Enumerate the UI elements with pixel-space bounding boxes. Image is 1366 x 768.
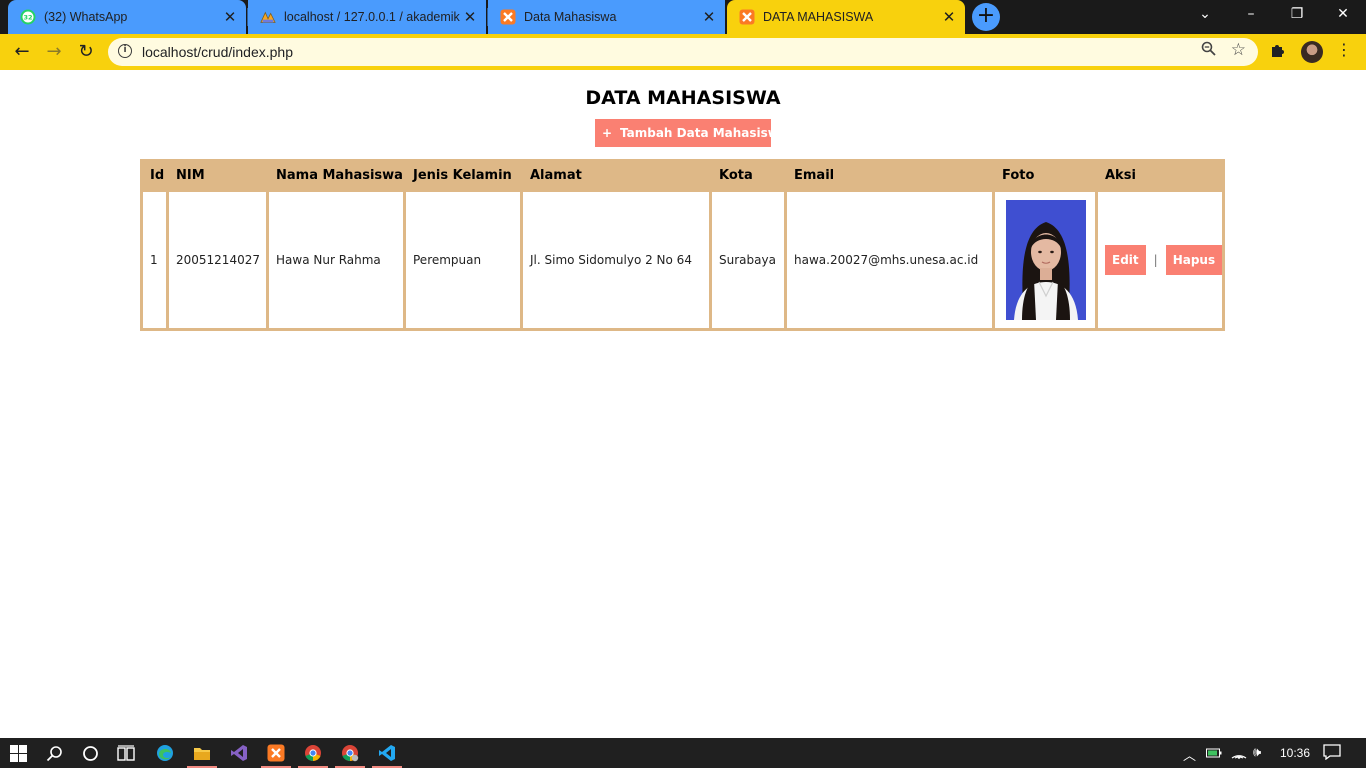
page-content: DATA MAHASISWA + Tambah Data Mahasiswa I… [0, 70, 1366, 738]
header-nama: Nama Mahasiswa [269, 162, 403, 189]
url-text[interactable]: localhost/crud/index.php [142, 44, 293, 60]
student-photo [1006, 200, 1086, 320]
table-row: 1 20051214027 Hawa Nur Rahma Perempuan J… [143, 192, 1223, 328]
header-aksi: Aksi [1098, 162, 1223, 189]
header-nim: NIM [169, 162, 266, 189]
page-title: DATA MAHASISWA [585, 87, 781, 109]
plus-icon: + [602, 126, 613, 140]
browser-tab-strip: 32 (32) WhatsApp ✕ localhost / 127.0.0.1… [0, 0, 1366, 34]
show-hidden-icons-icon[interactable]: ︿ [1183, 745, 1196, 764]
battery-icon[interactable] [1206, 747, 1222, 762]
cell-nim: 20051214027 [169, 192, 266, 328]
menu-kebab-icon[interactable]: ⋮ [1336, 40, 1352, 59]
header-alamat: Alamat [523, 162, 709, 189]
header-email: Email [787, 162, 992, 189]
wifi-icon[interactable] [1231, 745, 1247, 762]
tab-title: localhost / 127.0.0.1 / akademik / [284, 10, 462, 24]
chrome-icon[interactable] [303, 743, 323, 763]
restore-icon[interactable]: ❐ [1274, 0, 1320, 30]
action-group: Edit | Hapus [1105, 245, 1223, 275]
reload-icon[interactable]: ↻ [74, 40, 98, 64]
whatsapp-icon: 32 [20, 9, 36, 25]
extensions-icon[interactable] [1270, 41, 1287, 63]
table-header-row: Id NIM Nama Mahasiswa Jenis Kelamin Alam… [143, 162, 1223, 189]
header-foto: Foto [995, 162, 1095, 189]
cell-id: 1 [143, 192, 166, 328]
cell-aksi: Edit | Hapus [1098, 192, 1223, 328]
add-student-label: Tambah Data Mahasiswa [620, 126, 787, 140]
delete-button[interactable]: Hapus [1165, 245, 1223, 275]
chrome-alt-icon[interactable] [340, 743, 360, 763]
cell-foto [995, 192, 1095, 328]
task-view-icon[interactable] [116, 743, 136, 763]
browser-toolbar: ← → ↻ i localhost/crud/index.php ☆ ⋮ [0, 34, 1366, 70]
volume-icon[interactable]: 🕪 [1253, 744, 1261, 760]
close-tab-icon[interactable]: ✕ [941, 8, 957, 26]
start-icon[interactable] [8, 743, 28, 763]
add-student-button[interactable]: + Tambah Data Mahasiswa [595, 119, 787, 147]
cortana-icon[interactable] [80, 743, 100, 763]
cell-nama: Hawa Nur Rahma [269, 192, 403, 328]
header-id: Id [143, 162, 166, 189]
header-jenis-kelamin: Jenis Kelamin [406, 162, 520, 189]
close-window-icon[interactable]: ✕ [1320, 0, 1366, 30]
tab-data-mahasiswa-active[interactable]: DATA MAHASISWA ✕ [727, 0, 965, 34]
phpmyadmin-icon [260, 9, 276, 25]
visual-studio-icon[interactable] [229, 743, 249, 763]
cell-jenis-kelamin: Perempuan [406, 192, 520, 328]
tab-badge: 32 [23, 14, 32, 22]
new-tab-button[interactable]: + [972, 3, 1000, 31]
tab-title: Data Mahasiswa [524, 10, 617, 24]
vscode-icon[interactable] [377, 743, 397, 763]
forward-icon[interactable]: → [42, 40, 66, 64]
tab-search-icon[interactable]: ⌄ [1182, 0, 1228, 30]
action-separator: | [1153, 253, 1158, 267]
minimize-icon[interactable]: – [1228, 0, 1274, 30]
xampp-icon [500, 9, 516, 25]
windows-taskbar: ︿ 🕪 10:36 [0, 738, 1366, 768]
address-bar[interactable]: i localhost/crud/index.php ☆ [108, 38, 1258, 66]
site-info-icon[interactable]: i [118, 44, 132, 58]
header-kota: Kota [712, 162, 784, 189]
tab-data-mahasiswa[interactable]: Data Mahasiswa ✕ [488, 0, 725, 34]
close-tab-icon[interactable]: ✕ [222, 8, 238, 26]
cell-alamat: Jl. Simo Sidomulyo 2 No 64 [523, 192, 709, 328]
tab-title: DATA MAHASISWA [763, 10, 874, 24]
close-tab-icon[interactable]: ✕ [701, 8, 717, 26]
file-explorer-icon[interactable] [192, 743, 212, 763]
xampp-icon [739, 9, 755, 25]
profile-avatar[interactable] [1301, 41, 1323, 63]
cell-email: hawa.20027@mhs.unesa.ac.id [787, 192, 992, 328]
clock[interactable]: 10:36 [1280, 746, 1310, 760]
close-tab-icon[interactable]: ✕ [462, 8, 478, 26]
bookmark-star-icon[interactable]: ☆ [1231, 40, 1246, 60]
xampp-icon[interactable] [266, 743, 286, 763]
tab-phpmyadmin[interactable]: localhost / 127.0.0.1 / akademik / ✕ [248, 0, 486, 34]
edit-button[interactable]: Edit [1105, 245, 1146, 275]
search-icon[interactable] [44, 743, 64, 763]
tab-title: (32) WhatsApp [44, 10, 128, 24]
tab-whatsapp[interactable]: 32 (32) WhatsApp ✕ [8, 0, 246, 34]
notifications-icon[interactable] [1323, 744, 1341, 763]
back-icon[interactable]: ← [10, 40, 34, 64]
cell-kota: Surabaya [712, 192, 784, 328]
zoom-icon[interactable] [1201, 41, 1216, 60]
student-table: Id NIM Nama Mahasiswa Jenis Kelamin Alam… [140, 159, 1226, 331]
edge-icon[interactable] [155, 743, 175, 763]
